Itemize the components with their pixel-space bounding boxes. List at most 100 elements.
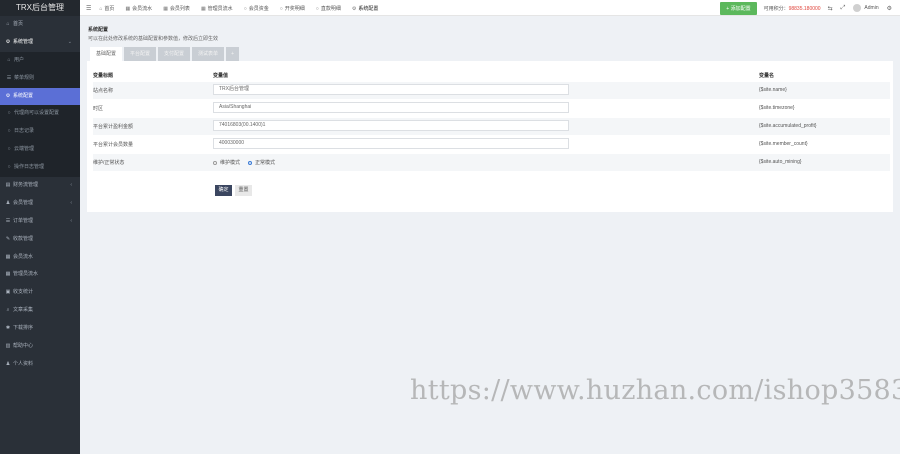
topnav-item-label: 开奖明细 bbox=[284, 5, 305, 12]
radio-label: 正常模式 bbox=[255, 160, 276, 166]
sidebar-item-5[interactable]: ○ 代理商可以设置配置 bbox=[0, 105, 80, 124]
circle-icon: ○ bbox=[7, 110, 11, 117]
sidebar-item-label: 菜单规则 bbox=[14, 74, 35, 81]
credit-display: 可用积分：98835.180000 bbox=[764, 5, 821, 12]
row-label: 维护/正常状态 bbox=[93, 160, 125, 166]
sidebar-item-label: 收支统计 bbox=[13, 289, 34, 296]
circle-icon: ○ bbox=[7, 164, 11, 171]
chevron-left-icon: ‹ bbox=[70, 199, 72, 206]
gear-icon: ⚙ bbox=[351, 5, 357, 12]
topnav-item-label: 管理员流水 bbox=[207, 5, 233, 12]
topnav-item-label: 会员列表 bbox=[169, 5, 190, 12]
sidebar-item-4[interactable]: ⚙ 系统配置 bbox=[0, 87, 80, 106]
sidebar-item-18[interactable]: ▥ 帮助中心 bbox=[0, 338, 80, 356]
save-button[interactable]: 确定 bbox=[215, 185, 232, 196]
circle-icon: ○ bbox=[279, 5, 283, 12]
swap-icon[interactable]: ⇆ bbox=[828, 5, 833, 12]
tab-3[interactable]: 测试表单 bbox=[192, 47, 225, 61]
sidebar-item-label: 用户 bbox=[14, 56, 25, 63]
sidebar-item-19[interactable]: ♟ 个人资料 bbox=[0, 356, 80, 374]
sidebar-item-3[interactable]: ☰ 菜单规则 bbox=[0, 69, 80, 88]
topnav-item-label: 会员流水 bbox=[132, 5, 153, 12]
sidebar-item-label: 管理员流水 bbox=[13, 271, 39, 278]
chevron-left-icon: ‹ bbox=[70, 217, 72, 224]
sidebar-item-label: 代理商可以设置配置 bbox=[14, 110, 60, 117]
sidebar-item-14[interactable]: ▦ 管理员流水 bbox=[0, 266, 80, 284]
topnav-item-6[interactable]: ○ 直款明细 bbox=[316, 5, 341, 12]
credit-value: 98835.180000 bbox=[788, 5, 821, 12]
table-icon: ▦ bbox=[163, 5, 168, 12]
topnav-item-2[interactable]: ▦ 会员列表 bbox=[163, 5, 190, 12]
sidebar-item-6[interactable]: ○ 日志记录 bbox=[0, 123, 80, 142]
sidebar-item-label: 文章采集 bbox=[13, 307, 34, 314]
sidebar-item-10[interactable]: ♟ 会员管理 ‹ bbox=[0, 195, 80, 213]
table-icon: ▦ bbox=[5, 253, 11, 260]
menu-toggle-icon[interactable]: ☰ bbox=[86, 5, 91, 12]
topbar-right: + 添加配置 可用积分：98835.180000 ⇆ ⤢ Admin ⚙ bbox=[720, 0, 892, 16]
user-icon: ♟ bbox=[5, 360, 11, 367]
sidebar-item-2[interactable]: ⌂ 用户 bbox=[0, 51, 80, 70]
add-tab-button[interactable]: + bbox=[226, 47, 239, 61]
sidebar-item-17[interactable]: ✱ 下载排序 bbox=[0, 320, 80, 338]
home-icon: ⌂ bbox=[7, 56, 11, 63]
sidebar-item-12[interactable]: ✎ 收款管理 bbox=[0, 231, 80, 249]
row-label: 站点名称 bbox=[93, 88, 114, 94]
sidebar-item-11[interactable]: ☰ 订单管理 ‹ bbox=[0, 213, 80, 231]
page-description: 可以在此处修改系统的基础配置和参数值，修改后立即生效 bbox=[88, 36, 219, 42]
topnav-item-0[interactable]: ⌂ 首页 bbox=[99, 5, 114, 12]
sidebar-item-label: 操作日志管理 bbox=[14, 164, 45, 171]
sidebar-item-13[interactable]: ▦ 会员流水 bbox=[0, 249, 80, 267]
topnav-item-7[interactable]: ⚙ 系统配置 bbox=[352, 5, 379, 12]
topnav-item-label: 首页 bbox=[104, 5, 115, 12]
home-icon: ⌂ bbox=[99, 5, 103, 12]
topnav-item-4[interactable]: ○ 会员资金 bbox=[244, 5, 269, 12]
settings-gear-icon[interactable]: ⚙ bbox=[887, 5, 892, 12]
radio-option-1[interactable]: 正常模式 bbox=[248, 159, 275, 166]
database-icon: ▤ bbox=[5, 182, 11, 189]
topnav-item-1[interactable]: ▦ 会员流水 bbox=[125, 5, 152, 12]
tab-0[interactable]: 基础配置 bbox=[90, 47, 123, 61]
radio-dot[interactable] bbox=[248, 160, 253, 165]
sidebar-item-label: 个人资料 bbox=[13, 360, 34, 367]
sidebar-item-label: 云端管理 bbox=[14, 146, 35, 153]
config-value-input[interactable]: 400030000 bbox=[213, 138, 569, 149]
config-value-input[interactable]: 74016803(00.1400)1 bbox=[213, 120, 569, 131]
tab-2[interactable]: 支付配置 bbox=[158, 47, 191, 61]
fullscreen-icon[interactable]: ⤢ bbox=[841, 5, 846, 12]
sidebar-item-15[interactable]: ▣ 收支统计 bbox=[0, 284, 80, 302]
trophy-icon: ✱ bbox=[5, 325, 11, 332]
circle-icon: ○ bbox=[7, 146, 11, 153]
config-value-input[interactable]: Asia/Shanghai bbox=[213, 102, 569, 113]
topnav-item-5[interactable]: ○ 开奖明细 bbox=[280, 5, 305, 12]
sidebar-item-label: 会员管理 bbox=[13, 199, 34, 206]
config-row: 时区 Asia/Shanghai {$site.timezone} bbox=[93, 100, 890, 117]
header-name: 变量名 bbox=[759, 73, 775, 79]
circle-icon: ○ bbox=[7, 128, 11, 135]
topnav-item-3[interactable]: ▦ 管理员流水 bbox=[201, 5, 233, 12]
config-row: 站点名称 TRX后台管理 {$site.name} bbox=[93, 82, 890, 99]
sidebar-item-label: 日志记录 bbox=[14, 128, 35, 135]
sidebar-menu: ⌂ 首页 ⚙ 系统管理 ⌄ ⌂ 用户 ☰ 菜单规则 ⚙ 系统配置 ○ 代理商可以设置配置 ○ 日志记录 ○ 云端… bbox=[0, 16, 80, 374]
sidebar-item-0[interactable]: ⌂ 首页 bbox=[0, 16, 80, 34]
user-name[interactable]: Admin bbox=[864, 5, 878, 11]
page-header: 系统配置 可以在此处修改系统的基础配置和参数值，修改后立即生效 bbox=[88, 26, 218, 42]
chevron-left-icon: ‹ bbox=[70, 182, 72, 189]
sidebar-item-label: 会员流水 bbox=[13, 253, 34, 260]
sidebar-item-1[interactable]: ⚙ 系统管理 ⌄ bbox=[0, 34, 80, 52]
radio-dot[interactable] bbox=[213, 160, 217, 165]
sidebar-item-9[interactable]: ▤ 财务流管理 ‹ bbox=[0, 177, 80, 195]
sidebar-item-16[interactable]: ⌕ 文章采集 bbox=[0, 302, 80, 320]
topbar: ☰ ⌂ 首页 ▦ 会员流水 ▦ 会员列表 ▦ 管理员流水 ○ 会员资金 ○ 开奖明细 ○ 直款明细 ⚙ 系统配… bbox=[80, 0, 900, 16]
tab-1[interactable]: 平台配置 bbox=[124, 47, 157, 61]
circle-icon: ○ bbox=[243, 5, 247, 12]
add-config-button[interactable]: + 添加配置 bbox=[720, 1, 757, 15]
row-label: 平台累计会员数量 bbox=[93, 142, 134, 148]
avatar[interactable] bbox=[853, 4, 862, 12]
sidebar-item-label: 首页 bbox=[13, 21, 24, 27]
radio-option-0[interactable]: 维护模式 bbox=[213, 159, 240, 166]
variable-name: {$site.name} bbox=[759, 87, 787, 93]
reset-button[interactable]: 重置 bbox=[235, 185, 252, 196]
sidebar-item-7[interactable]: ○ 云端管理 bbox=[0, 141, 80, 160]
config-value-input[interactable]: TRX后台管理 bbox=[213, 84, 569, 95]
sidebar-item-8[interactable]: ○ 操作日志管理 bbox=[0, 159, 80, 178]
